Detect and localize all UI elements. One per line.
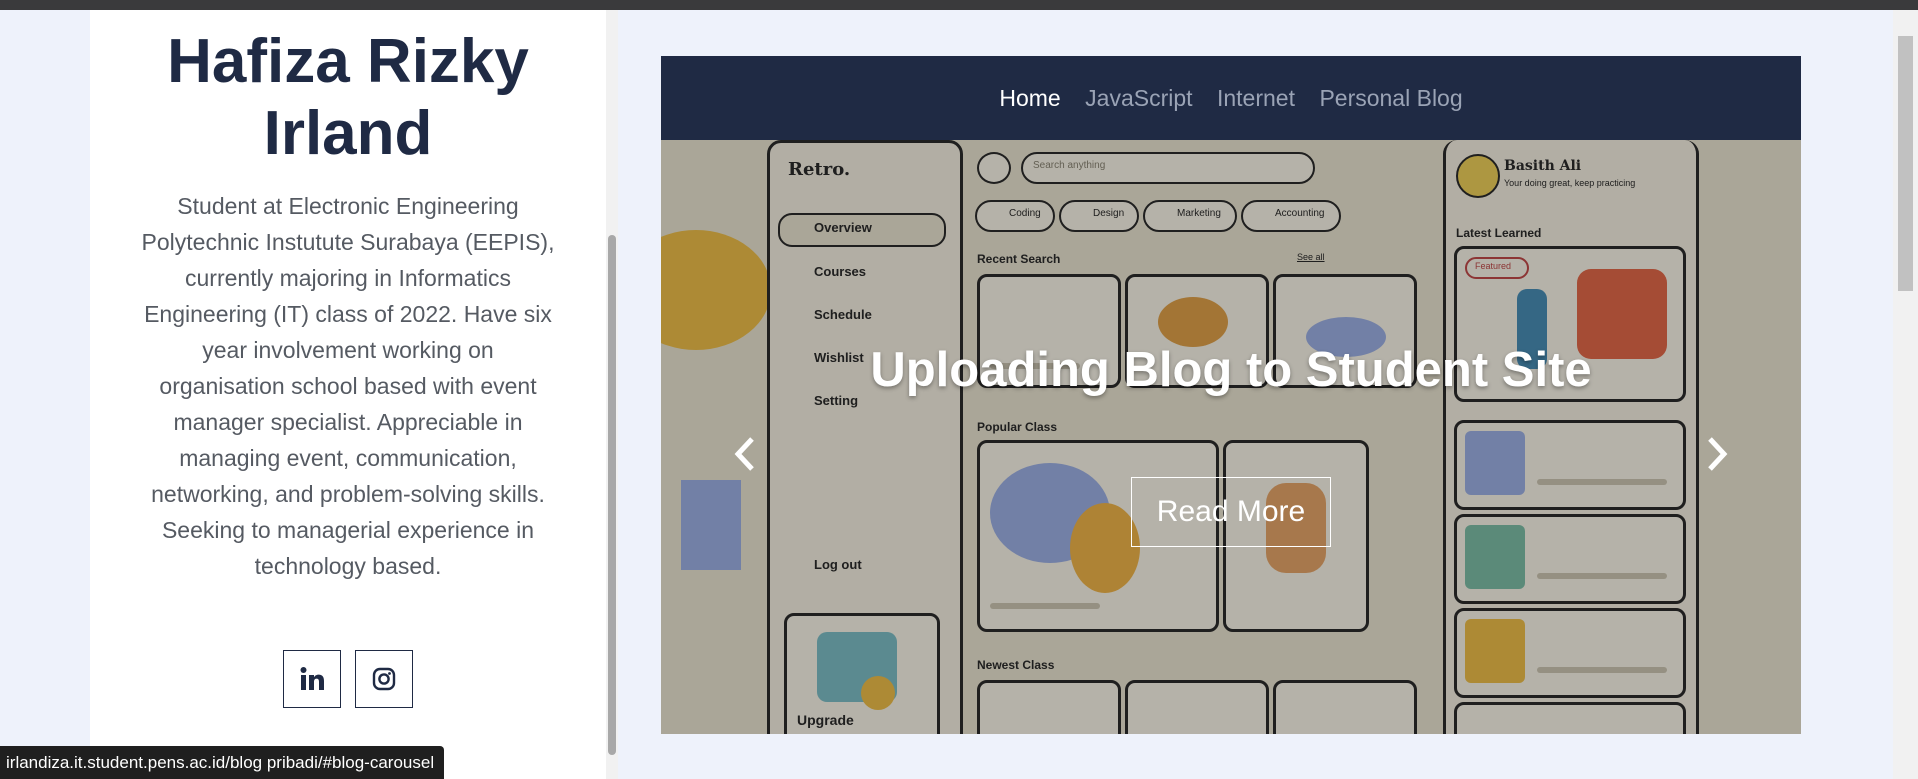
profile-bio: Student at Electronic Engineering Polyte… <box>141 193 555 579</box>
link-status-url: irlandiza.it.student.pens.ac.id/blog pri… <box>0 746 445 779</box>
profile-scrollbar-thumb[interactable] <box>608 235 616 755</box>
profile-name: Hafiza Rizky Irland <box>167 27 529 168</box>
linkedin-button[interactable] <box>282 650 341 708</box>
social-links <box>90 650 606 708</box>
instagram-icon <box>373 667 396 691</box>
read-more-button[interactable]: Read More <box>1131 477 1331 547</box>
blog-carousel: Home JavaScript Internet Personal Blog R… <box>661 56 1801 734</box>
page-scrollbar-thumb[interactable] <box>1898 36 1913 291</box>
blog-nav: Home JavaScript Internet Personal Blog <box>661 56 1801 140</box>
nav-home[interactable]: Home <box>999 85 1060 111</box>
linkedin-icon <box>300 667 324 690</box>
nav-personal-blog[interactable]: Personal Blog <box>1319 85 1462 111</box>
slide-caption: Uploading Blog to Student Site <box>870 343 1592 397</box>
profile-panel: Hafiza Rizky Irland Student at Electroni… <box>90 10 606 779</box>
slide-dim-overlay <box>661 140 1801 734</box>
browser-top-edge <box>0 0 1918 10</box>
instagram-button[interactable] <box>355 650 414 708</box>
chevron-right-icon[interactable] <box>1705 436 1729 472</box>
chevron-left-icon[interactable] <box>733 436 757 472</box>
nav-javascript[interactable]: JavaScript <box>1085 85 1192 111</box>
nav-internet[interactable]: Internet <box>1217 85 1295 111</box>
